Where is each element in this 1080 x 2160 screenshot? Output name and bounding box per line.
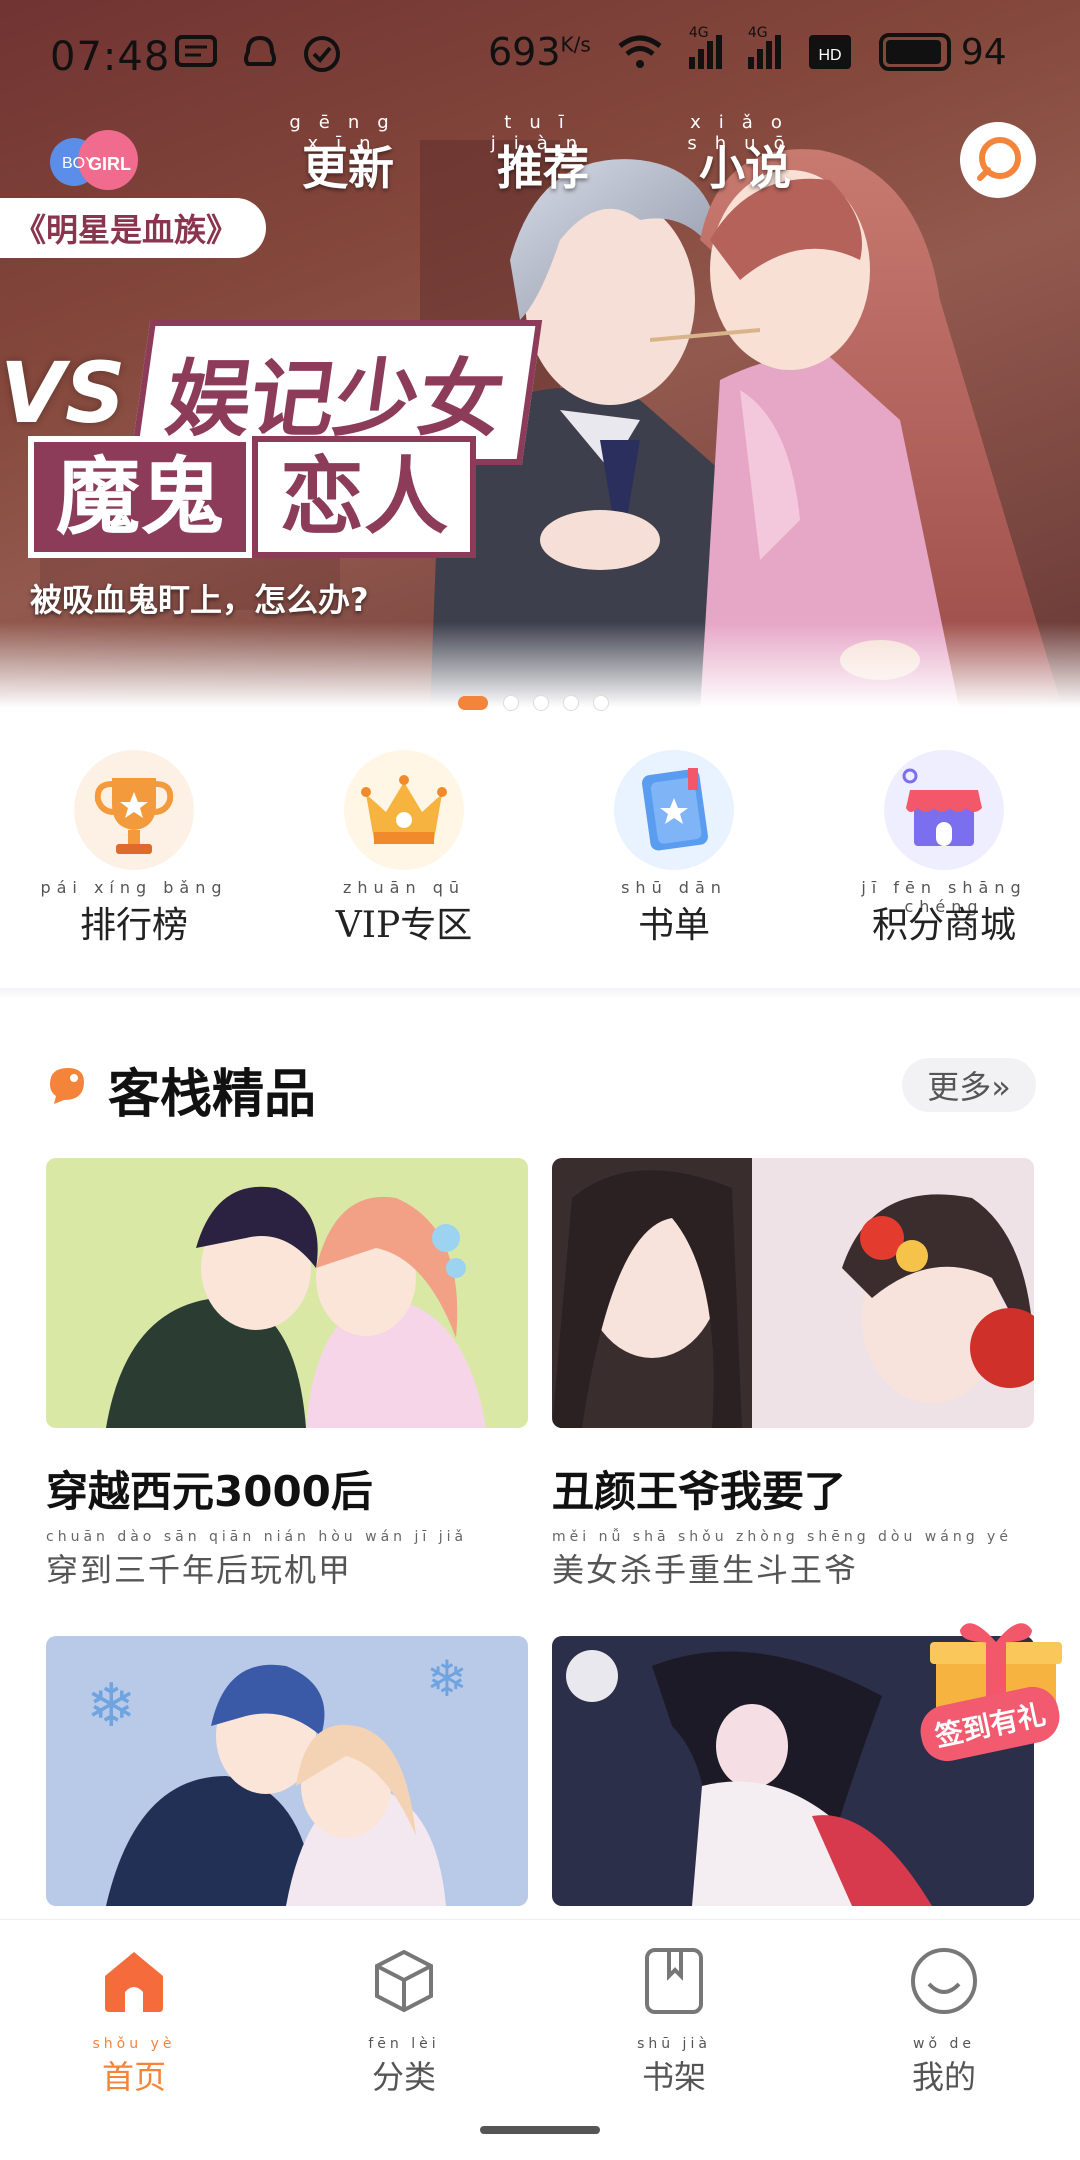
- quick-entries: pái xíng bǎng 排行榜 zhuān qū VIP专区 shū dān 书单…: [0, 750, 1080, 950]
- wifi-icon: [618, 35, 662, 68]
- banner-vs: VS: [0, 343, 126, 442]
- nav-pinyin: shū jià: [637, 2036, 711, 2052]
- nav-label: 首页: [101, 2058, 166, 2096]
- message-icon: [175, 35, 217, 67]
- hd-icon: HD: [808, 35, 851, 69]
- battery-indicator: 94: [878, 32, 1007, 73]
- entry-label: 书单: [637, 905, 710, 946]
- smile-icon: [909, 1946, 979, 2016]
- cube-icon: [369, 1946, 439, 2016]
- bottom-nav: shǒu yè 首页 fēn lèi 分类 shū jià 书架 wǒ de 我的: [0, 1919, 1080, 2160]
- home-indicator[interactable]: [480, 2126, 600, 2134]
- banner-carousel[interactable]: 07:48 693K/s 4G 4G HD 94 BOY GIRL gēng x…: [0, 0, 1080, 712]
- bookshelf-icon: [639, 1946, 709, 2016]
- carousel-dot[interactable]: [458, 696, 488, 710]
- crown-icon: [344, 750, 464, 870]
- section-header: 客栈精品 更多»: [44, 1050, 1036, 1125]
- comic-title: 丑颜王爷我要了: [552, 1467, 847, 1516]
- entry-vip[interactable]: zhuān qū VIP专区: [304, 750, 504, 948]
- inn-logo-icon: [50, 1068, 84, 1104]
- home-icon: [99, 1946, 169, 2016]
- carousel-dots: [458, 696, 608, 710]
- comic-cover: [552, 1158, 1034, 1428]
- qq-icon: [244, 35, 276, 66]
- entry-label: VIP专区: [335, 905, 473, 946]
- svg-text:❄: ❄: [426, 1650, 468, 1708]
- more-button[interactable]: 更多»: [902, 1058, 1036, 1112]
- search-icon: [977, 137, 1021, 181]
- svg-text:❄: ❄: [86, 1671, 136, 1741]
- boy-girl-switch[interactable]: BOY GIRL: [46, 122, 146, 192]
- comic-subtitle-pinyin: chuān dào sān qiān nián hòu wán jī jiǎ: [46, 1529, 468, 1545]
- comic-subtitle: 美女杀手重生斗王爷: [552, 1551, 859, 1589]
- logo-girl-text: GIRL: [88, 154, 131, 174]
- speed-unit: K/s: [560, 32, 591, 57]
- entry-points-store[interactable]: jī fēn shāng chéng 积分商城: [844, 750, 1044, 948]
- entry-ranking[interactable]: pái xíng bǎng 排行榜: [34, 750, 234, 948]
- banner-line2a: 魔鬼: [28, 436, 253, 558]
- banner-title: 《明星是血族》: [0, 198, 267, 258]
- section-divider: [0, 988, 1080, 1000]
- entry-pinyin: zhuān qū: [342, 878, 465, 897]
- status-bar: 07:48 693K/s 4G 4G HD 94: [0, 0, 1080, 116]
- carousel-dot[interactable]: [564, 696, 578, 710]
- tab-pinyin: tuī jiàn: [490, 112, 596, 154]
- entry-pinyin: pái xíng bǎng: [40, 878, 228, 897]
- search-button[interactable]: [960, 122, 1036, 198]
- nav-home[interactable]: shǒu yè 首页: [64, 1946, 204, 2098]
- store-icon: [884, 750, 1004, 870]
- battery-icon: [878, 33, 951, 71]
- trophy-icon: [74, 750, 194, 870]
- book-icon: [614, 750, 734, 870]
- comic-subtitle: 穿到三千年后玩机甲: [46, 1551, 353, 1589]
- carousel-dot[interactable]: [534, 696, 548, 710]
- tab-recommend[interactable]: tuī jiàn 推荐: [483, 112, 603, 198]
- entry-pinyin: jī fēn shāng chéng: [861, 878, 1027, 916]
- comic-cover: [46, 1158, 528, 1428]
- comic-card[interactable]: ❄ ❄: [46, 1636, 528, 1906]
- tab-pinyin: gēng xīn: [289, 112, 407, 154]
- svg-text:HD: HD: [818, 47, 841, 64]
- tab-label: 小说: [699, 141, 791, 195]
- entry-booklist[interactable]: shū dān 书单: [574, 750, 774, 948]
- banner-subtitle: 被吸血鬼盯上，怎么办?: [30, 581, 369, 619]
- carousel-dot[interactable]: [594, 696, 608, 710]
- banner-line2b: 恋人: [252, 436, 477, 558]
- nav-mine[interactable]: wǒ de 我的: [874, 1946, 1014, 2098]
- tab-novel[interactable]: xiǎo shuō 小说: [685, 112, 805, 198]
- entry-pinyin: shū dān: [621, 878, 727, 897]
- network-speed: 693: [488, 30, 561, 74]
- section-title: 客栈精品: [108, 1065, 317, 1125]
- status-time: 07:48: [50, 34, 171, 80]
- comic-subtitle-pinyin: měi nǚ shā shǒu zhòng shēng dòu wáng yé: [552, 1529, 1012, 1545]
- entry-label: 积分商城: [871, 905, 1016, 946]
- tab-pinyin: xiǎo shuō: [687, 112, 803, 154]
- tab-label: 推荐: [497, 141, 589, 195]
- nav-label: 我的: [911, 2058, 976, 2096]
- nav-bookshelf[interactable]: shū jià 书架: [604, 1946, 744, 2098]
- comic-card[interactable]: 穿越西元3000后 chuān dào sān qiān nián hòu wá…: [46, 1158, 528, 1591]
- nav-pinyin: fēn lèi: [368, 2036, 440, 2052]
- top-nav: BOY GIRL gēng xīn 更新 tuī jiàn 推荐 xiǎo sh…: [0, 112, 1080, 198]
- comic-cover: ❄ ❄: [46, 1636, 528, 1906]
- nav-label: 分类: [371, 2058, 436, 2096]
- comic-card[interactable]: 丑颜王爷我要了 měi nǚ shā shǒu zhòng shēng dòu …: [552, 1158, 1034, 1591]
- nav-label: 书架: [641, 2058, 706, 2096]
- check-circle-icon: [304, 36, 340, 72]
- carousel-dot[interactable]: [504, 696, 518, 710]
- comic-title: 穿越西元3000后: [46, 1467, 373, 1516]
- tab-label: 更新: [302, 141, 394, 195]
- signal-icon: 4G: [747, 25, 781, 69]
- signal-icon: 4G: [688, 25, 722, 69]
- nav-pinyin: shǒu yè: [92, 2036, 176, 2052]
- entry-label: 排行榜: [79, 905, 188, 946]
- nav-category[interactable]: fēn lèi 分类: [334, 1946, 474, 2098]
- nav-pinyin: wǒ de: [913, 2036, 975, 2052]
- tab-update[interactable]: gēng xīn 更新: [288, 112, 408, 198]
- banner-promo-line2: 魔鬼 恋人: [28, 430, 477, 558]
- checkin-gift-button[interactable]: 签到有礼: [915, 1612, 1080, 1772]
